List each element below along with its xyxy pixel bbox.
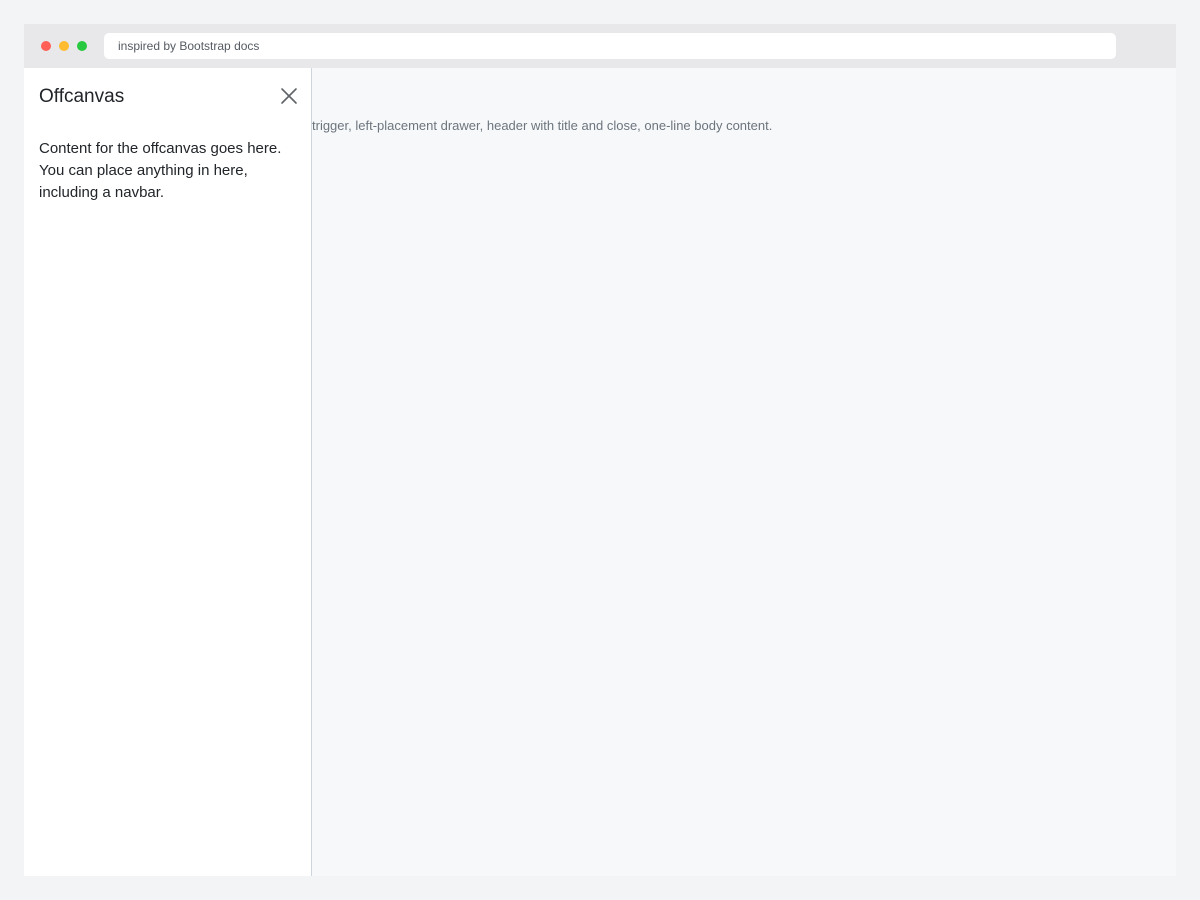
address-bar[interactable]: inspired by Bootstrap docs [104, 33, 1116, 59]
window-maximize-dot[interactable] [77, 41, 87, 51]
browser-toolbar: inspired by Bootstrap docs [24, 24, 1176, 68]
close-button[interactable] [277, 84, 301, 108]
window-close-dot[interactable] [41, 41, 51, 51]
page-viewport: trigger, left-placement drawer, header w… [24, 68, 1176, 876]
page-description: trigger, left-placement drawer, header w… [312, 118, 773, 133]
offcanvas-drawer: Offcanvas Content for the offcanvas goes… [24, 68, 312, 876]
address-text: inspired by Bootstrap docs [118, 39, 260, 53]
browser-window: inspired by Bootstrap docs trigger, left… [24, 24, 1176, 876]
offcanvas-body: Content for the offcanvas goes here. You… [39, 140, 282, 201]
close-icon [281, 88, 297, 104]
window-minimize-dot[interactable] [59, 41, 69, 51]
offcanvas-title: Offcanvas [39, 86, 125, 107]
